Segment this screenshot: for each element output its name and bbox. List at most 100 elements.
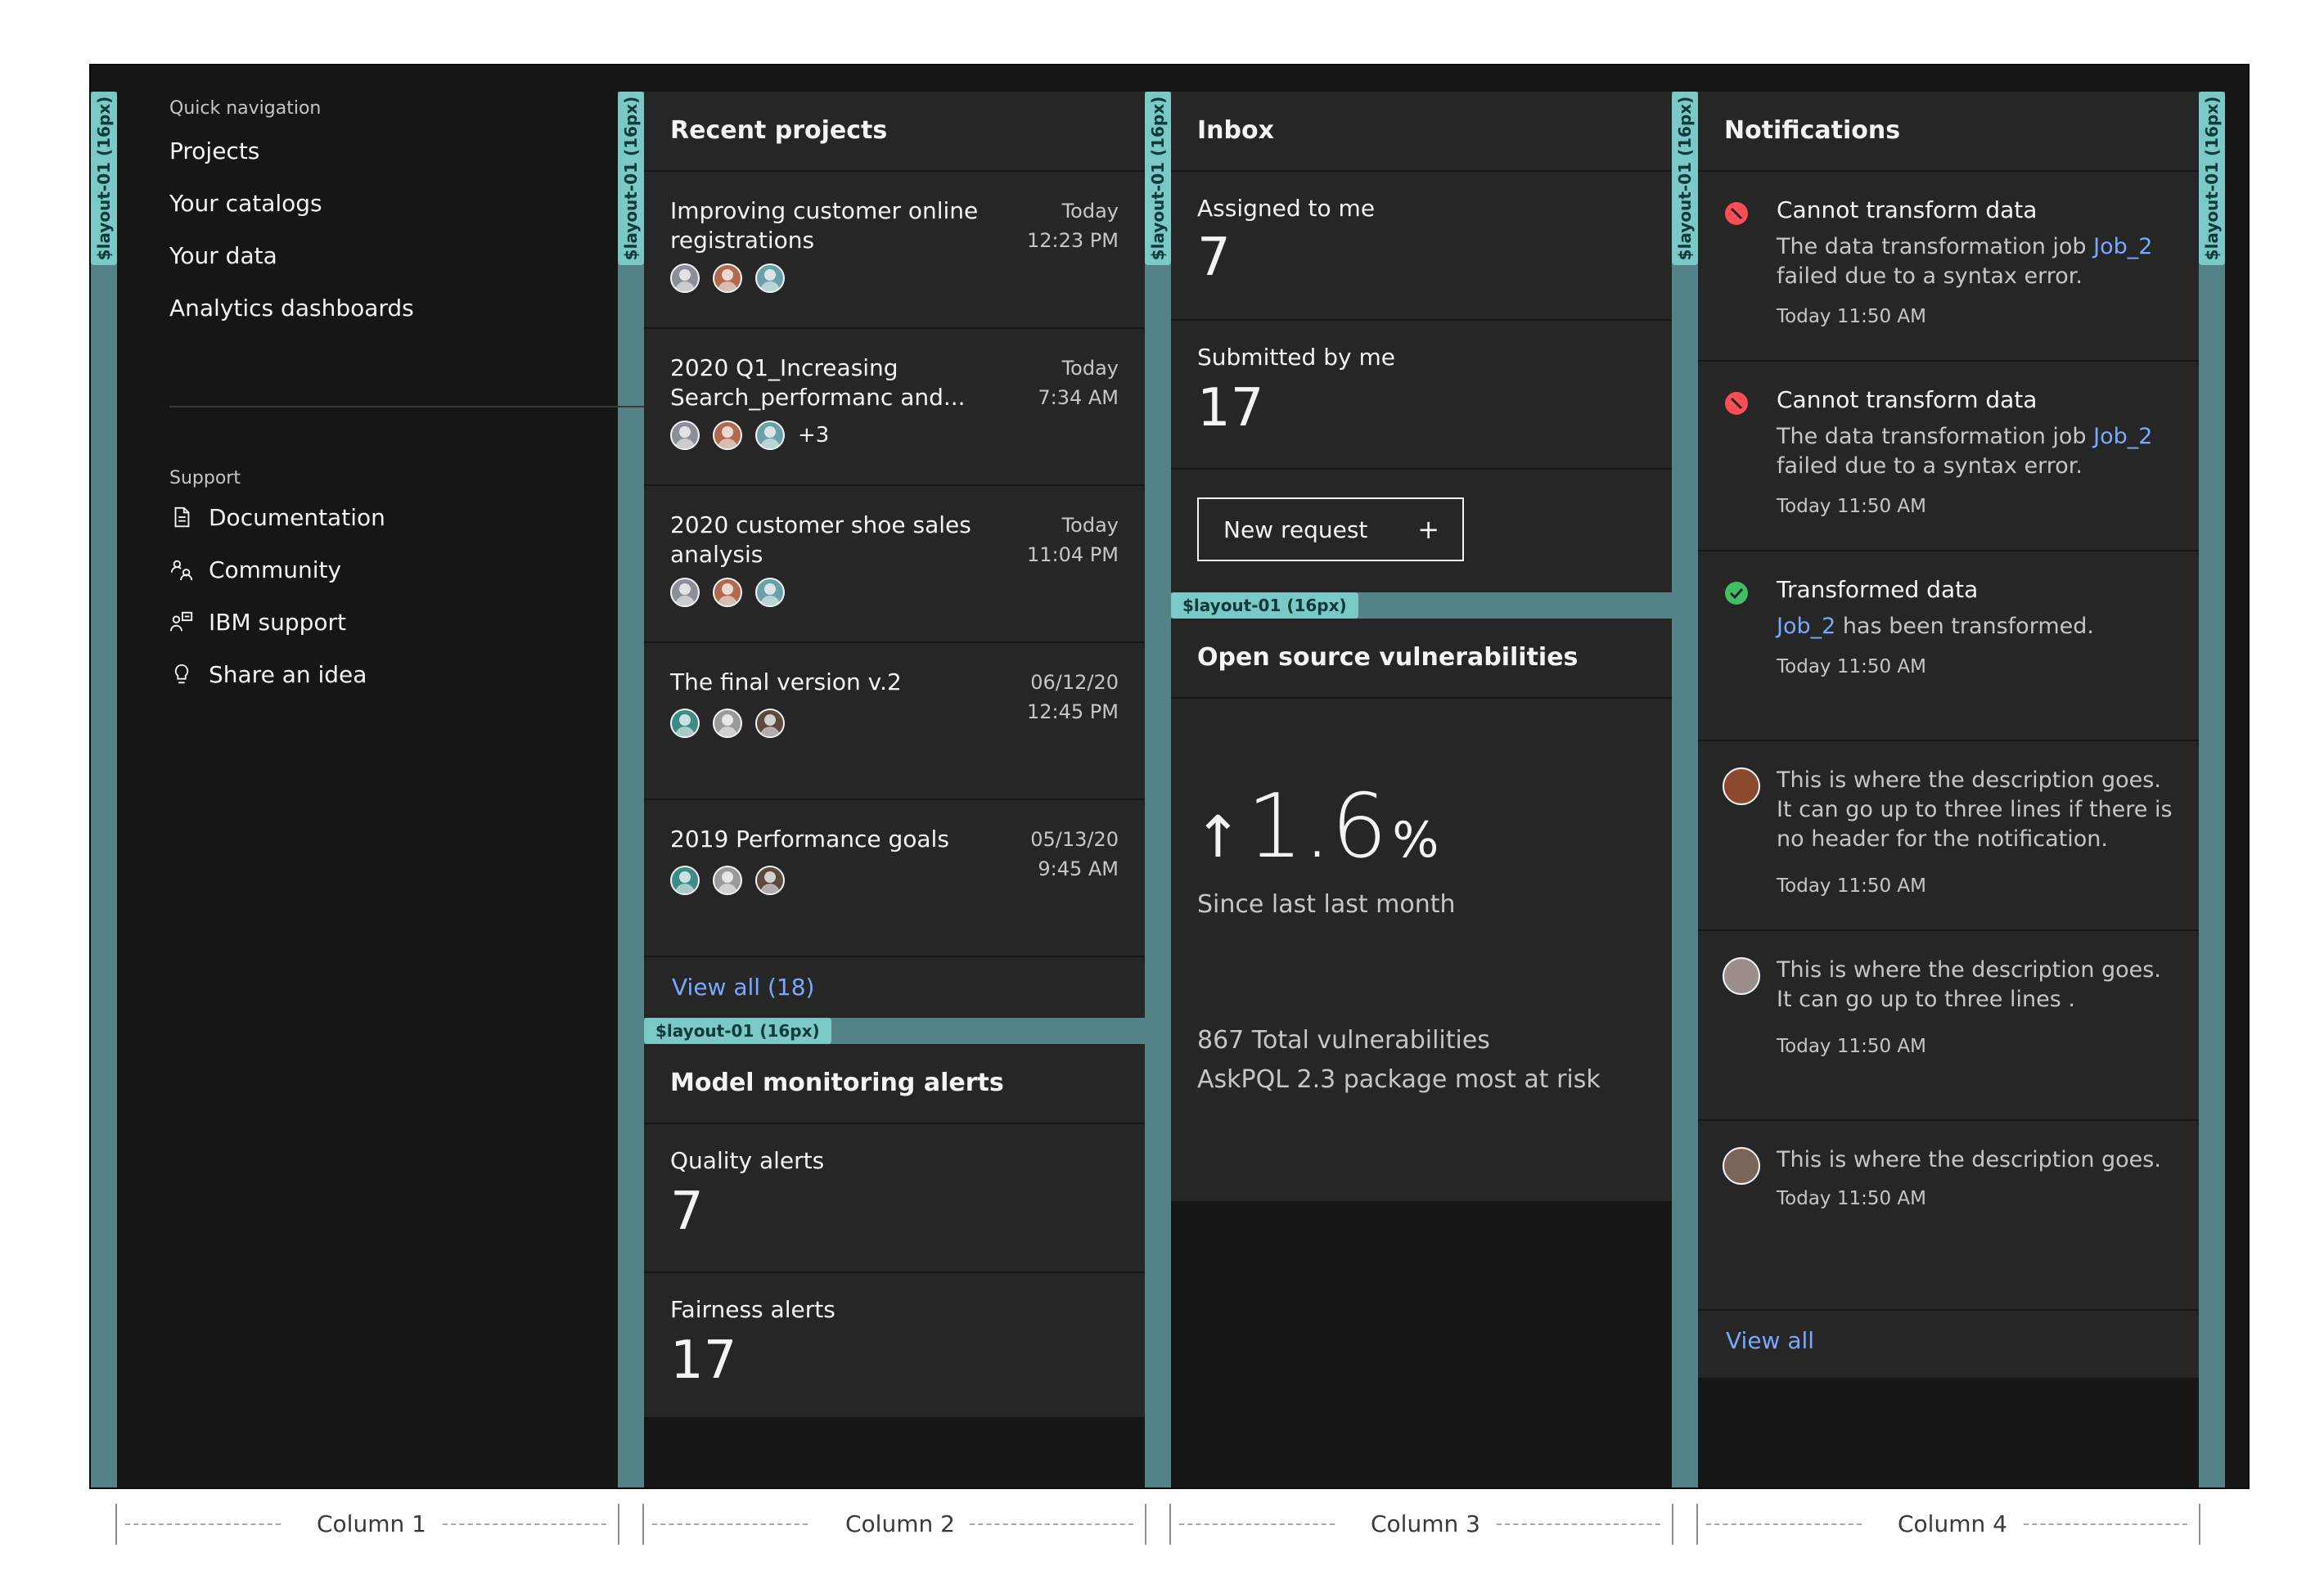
avatar xyxy=(1723,957,1760,995)
vulnerabilities-card: Open source vulnerabilities ↑ 1.6 % Sinc… xyxy=(1171,619,1672,1201)
job-link[interactable]: Job_2 xyxy=(1777,614,1835,639)
lightbulb-icon xyxy=(174,664,189,684)
support-link-ibm-support[interactable]: IBM support xyxy=(169,605,346,638)
avatar xyxy=(670,709,700,738)
project-item[interactable]: The final version v.2 06/12/20 12:45 PM xyxy=(644,643,1145,799)
column-2: Recent projects Improving customer onlin… xyxy=(644,92,1145,1487)
project-date: Today 12:23 PM xyxy=(1004,196,1119,255)
project-date-time: 11:04 PM xyxy=(1027,543,1119,566)
guide-tick xyxy=(1696,1504,1698,1545)
notification-body: The data transformation job Job_2 failed… xyxy=(1777,232,2178,291)
nav-link-data[interactable]: Your data xyxy=(169,242,277,269)
project-title: 2020 customer shoe sales analysis xyxy=(670,511,971,568)
project-date: 05/13/20 9:45 AM xyxy=(1004,825,1119,884)
support-link-share-idea[interactable]: Share an idea xyxy=(169,658,367,691)
notification-body: Job_2 has been transformed. xyxy=(1777,612,2178,641)
notification-item[interactable]: This is where the description goes. It c… xyxy=(1698,741,2199,929)
support-link-label: Documentation xyxy=(209,503,385,531)
notification-item[interactable]: This is where the description goes. Toda… xyxy=(1698,1121,2199,1309)
avatar xyxy=(755,263,785,293)
column-label: Column 2 xyxy=(845,1510,955,1537)
guide-tick xyxy=(2199,1504,2200,1545)
guide-tick xyxy=(642,1504,644,1545)
notification-item[interactable]: Transformed data Job_2 has been transfor… xyxy=(1698,551,2199,740)
spacing-label: $layout-01 (16px) xyxy=(1171,592,1358,619)
avatar xyxy=(670,578,700,607)
spacing-label: $layout-01 (16px) xyxy=(94,96,114,261)
collaborator-avatars: +3 xyxy=(670,421,829,450)
gutter-5: $layout-01 (16px) xyxy=(2199,92,2225,1487)
divider xyxy=(1171,468,1672,470)
guide-dash xyxy=(652,1523,808,1525)
support-link-community[interactable]: Community xyxy=(169,553,341,586)
dashboard-frame: $layout-01 (16px) $layout-01 (16px) $lay… xyxy=(89,64,2250,1489)
quality-alerts-label: Quality alerts xyxy=(670,1147,825,1174)
community-icon xyxy=(170,560,193,581)
submitted-by-me-label: Submitted by me xyxy=(1197,344,1395,371)
new-request-label: New request xyxy=(1223,515,1368,543)
nav-link-analytics-dashboards[interactable]: Analytics dashboards xyxy=(169,295,414,322)
nav-divider xyxy=(169,406,644,407)
divider xyxy=(1171,319,1672,321)
notification-time: Today 11:50 AM xyxy=(1777,656,1927,677)
notification-title: Cannot transform data xyxy=(1777,386,2038,413)
notification-item[interactable]: Cannot transform data The data transform… xyxy=(1698,362,2199,550)
column-guide-2: Column 2 xyxy=(642,1504,1146,1545)
inbox-title: Inbox xyxy=(1197,116,1274,145)
guide-dash xyxy=(970,1523,1133,1525)
new-request-button[interactable]: New request + xyxy=(1197,497,1464,561)
notification-text: The data transformation job xyxy=(1777,424,2094,449)
guide-tick xyxy=(1169,1504,1171,1545)
vulnerabilities-title: Open source vulnerabilities xyxy=(1197,643,1579,672)
notification-text: failed due to a syntax error. xyxy=(1777,453,2083,479)
error-icon xyxy=(1725,202,1748,225)
fairness-alerts-value: 17 xyxy=(670,1330,737,1391)
job-link[interactable]: Job_2 xyxy=(2093,234,2152,259)
notification-item[interactable]: Cannot transform data The data transform… xyxy=(1698,172,2199,360)
project-item[interactable]: Improving customer online registrations … xyxy=(644,172,1145,327)
since-last-month-label: Since last last month xyxy=(1197,890,1456,919)
project-item[interactable]: 2020 customer shoe sales analysis Today 1… xyxy=(644,486,1145,641)
support-link-label: IBM support xyxy=(209,608,347,636)
notification-item[interactable]: This is where the description goes. It c… xyxy=(1698,931,2199,1119)
quick-navigation-panel: Quick navigation Projects Your catalogs … xyxy=(117,92,644,1483)
notification-title: Cannot transform data xyxy=(1777,196,2038,223)
model-monitoring-card: Model monitoring alerts Quality alerts 7… xyxy=(644,1044,1145,1417)
avatar xyxy=(713,709,742,738)
view-all-notifications-link[interactable]: View all xyxy=(1726,1327,1814,1354)
notification-body: This is where the description goes. xyxy=(1777,1147,2161,1172)
arrow-up-icon: ↑ xyxy=(1194,803,1242,871)
nav-link-catalogs[interactable]: Your catalogs xyxy=(169,190,322,217)
job-link[interactable]: Job_2 xyxy=(2093,424,2152,449)
project-date-day: 05/13/20 xyxy=(1030,828,1119,851)
project-title: 2020 Q1_Increasing Search_performanc and… xyxy=(670,354,966,411)
avatar xyxy=(1723,1147,1760,1185)
project-title: The final version v.2 xyxy=(670,668,902,695)
avatar xyxy=(755,578,785,607)
notifications-title: Notifications xyxy=(1724,116,1901,145)
more-collaborators-count: +3 xyxy=(798,423,830,448)
avatar xyxy=(755,866,785,895)
assigned-to-me-value: 7 xyxy=(1197,227,1231,288)
project-item[interactable]: 2019 Performance goals 05/13/20 9:45 AM xyxy=(644,800,1145,956)
guide-dash xyxy=(1497,1523,1660,1525)
project-date-day: 06/12/20 xyxy=(1030,671,1119,694)
avatar xyxy=(1723,767,1760,805)
project-item[interactable]: 2020 Q1_Increasing Search_performanc and… xyxy=(644,329,1145,484)
guide-dash xyxy=(1706,1523,1862,1525)
guide-tick xyxy=(1145,1504,1146,1545)
view-all-projects-link[interactable]: View all (18) xyxy=(672,974,814,1001)
project-date: 06/12/20 12:45 PM xyxy=(1004,668,1119,727)
nav-link-projects[interactable]: Projects xyxy=(169,137,259,164)
error-icon xyxy=(1725,392,1748,415)
avatar xyxy=(713,421,742,450)
notification-time: Today 11:50 AM xyxy=(1777,306,1927,327)
notifications-card: Notifications Cannot transform data The … xyxy=(1698,92,2199,1378)
notification-text: failed due to a syntax error. xyxy=(1777,263,2083,289)
project-date-time: 9:45 AM xyxy=(1038,857,1119,880)
spacing-label: $layout-01 (16px) xyxy=(1148,96,1168,261)
quality-alerts-value: 7 xyxy=(670,1181,704,1242)
notification-body: The data transformation job Job_2 failed… xyxy=(1777,422,2178,481)
guide-dash xyxy=(2024,1523,2187,1525)
support-link-documentation[interactable]: Documentation xyxy=(169,501,385,533)
